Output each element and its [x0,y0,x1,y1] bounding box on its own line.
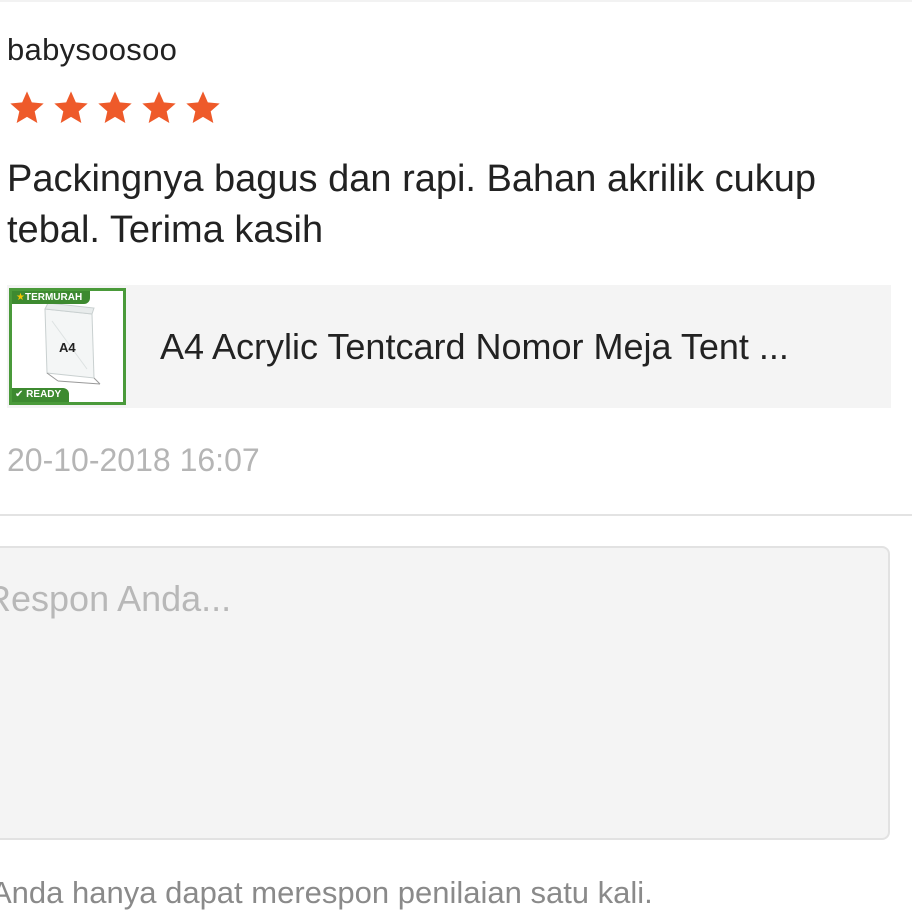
ready-ribbon: ✔ READY [12,388,70,402]
star-rating [5,88,225,128]
star-icon [186,91,220,123]
top-divider [0,0,912,2]
check-icon: ✔ [15,389,24,400]
product-title[interactable]: A4 Acrylic Tentcard Nomor Meja Tent ... [160,325,860,369]
review-response-screen: babysoosoo Packingnya bagus dan rapi. Ba… [0,0,912,912]
cheapest-ribbon: ★TERMURAH [12,291,91,304]
ribbon-bottom-label: READY [26,389,62,400]
section-divider [0,514,912,516]
product-card[interactable]: ★TERMURAH A4 ✔ READY A4 Acrylic Tentcard… [7,285,891,408]
star-icon [98,91,132,123]
response-input[interactable] [0,546,890,840]
thumbnail-size-label: A4 [59,340,76,355]
review-timestamp: 20-10-2018 16:07 [7,442,260,478]
product-thumbnail: ★TERMURAH A4 ✔ READY [9,288,126,405]
review-comment: Packingnya bagus dan rapi. Bahan akrilik… [7,158,817,251]
reviewer-username: babysoosoo [7,32,178,67]
star-icon: ★ [16,292,25,303]
star-icon [10,91,44,123]
single-response-notice: Anda hanya dapat merespon penilaian satu… [0,875,653,910]
star-icon [142,91,176,123]
ribbon-top-label: TERMURAH [24,292,83,303]
star-icon [54,91,88,123]
